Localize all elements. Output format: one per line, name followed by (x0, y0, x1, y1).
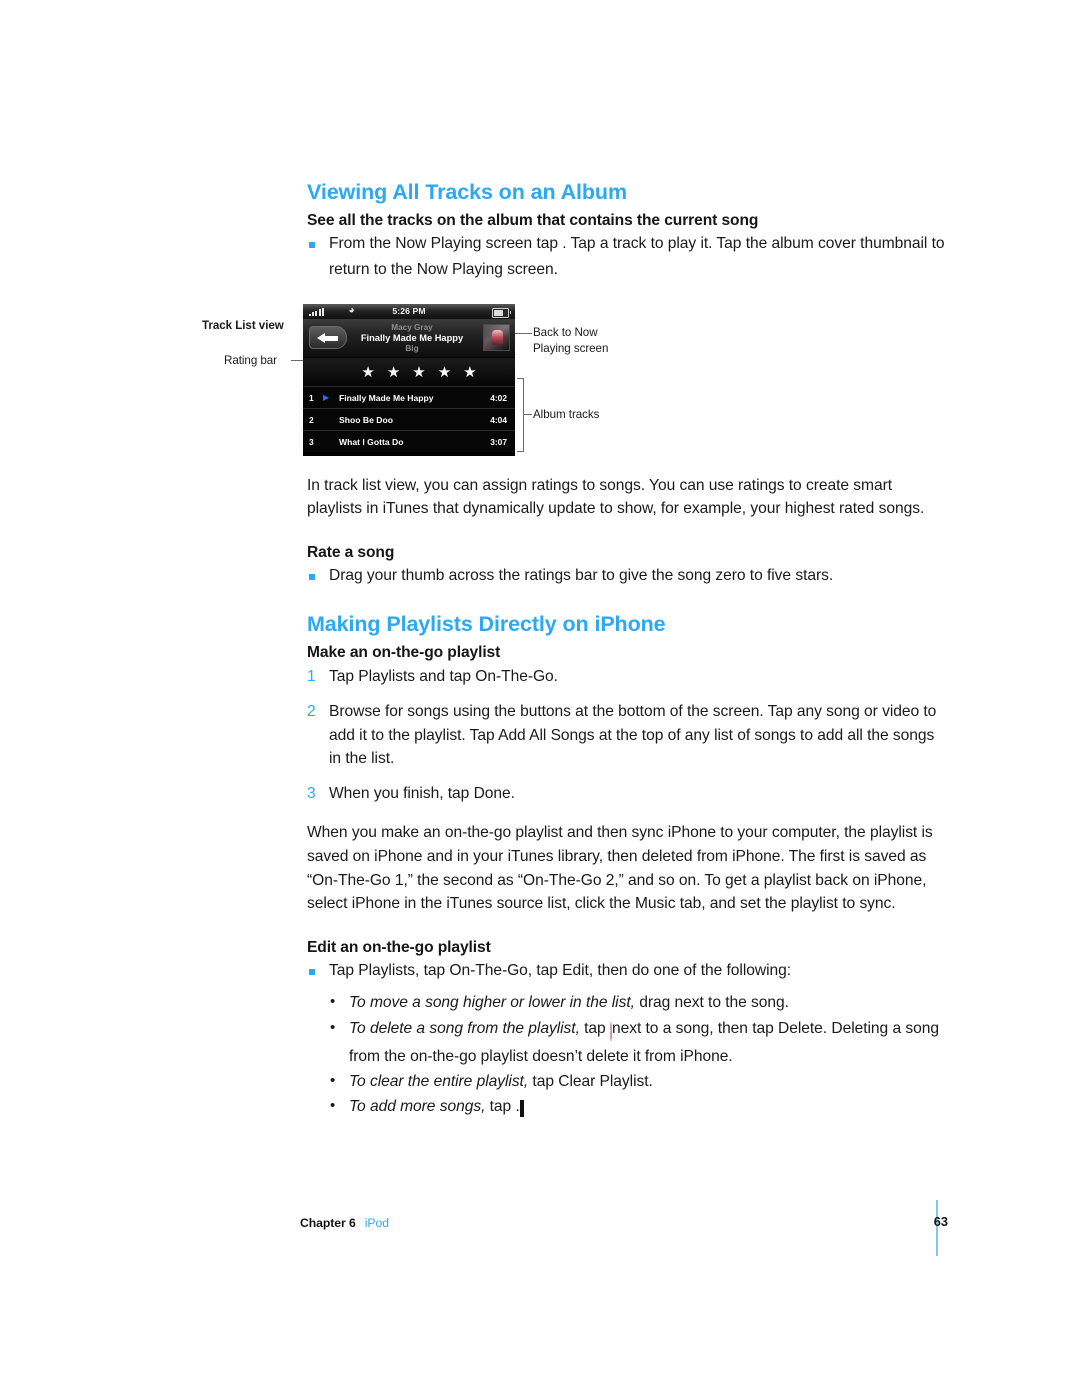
callout-album-tracks: Album tracks (533, 408, 600, 421)
track-title: What I Gotta Do (339, 436, 404, 447)
sub-bullet-italic: To delete a song from the playlist, (349, 1019, 580, 1037)
section-title-making-playlists: Making Playlists Directly on iPhone (307, 611, 666, 636)
track-duration: 4:04 (490, 414, 507, 425)
list-item: 3 When you finish, tap Done. (307, 782, 947, 806)
rating-star[interactable]: ★ (412, 365, 425, 380)
track-title: Finally Made Me Happy (339, 392, 434, 403)
status-bar-time: 5:26 PM (392, 306, 426, 316)
footer-chapter-link[interactable]: iPod (365, 1216, 389, 1230)
table-row[interactable]: 2 Shoo Be Doo 4:04 (303, 409, 515, 431)
album-track-list: 1 ▶ Finally Made Me Happy 4:02 2 Shoo Be… (303, 387, 515, 452)
battery-icon (492, 307, 511, 318)
now-playing-icon: ▶ (323, 392, 330, 402)
step-text: Browse for songs using the buttons at th… (329, 702, 937, 768)
sub-bullet-italic: To move a song higher or lower in the li… (349, 993, 635, 1011)
paragraph-sync-on-the-go: When you make an on-the-go playlist and … (307, 823, 933, 913)
subhead-see-all-tracks: See all the tracks on the album that con… (307, 212, 759, 229)
bullet-text-part1: From the Now Playing screen tap (329, 235, 563, 252)
now-playing-meta: Macy Gray Finally Made Me Happy Big (353, 323, 471, 354)
list-item: 2 Browse for songs using the buttons at t… (307, 700, 947, 771)
track-number: 1 (309, 392, 314, 403)
rating-star[interactable]: ★ (438, 365, 451, 380)
sub-bullet-before-icon: tap Clear Playlist. (528, 1072, 653, 1090)
list-item: To clear the entire playlist, tap Clear … (328, 1068, 947, 1094)
leader-line-back-to-now (515, 333, 532, 334)
sub-bullet-after-icon: . (515, 1097, 520, 1115)
callout-back-to-now-playing: Back to Now Playing screen (533, 325, 643, 356)
bullet-list-see-all-tracks: From the Now Playing screen tap . Tap a … (307, 232, 947, 282)
rating-star[interactable]: ★ (361, 365, 374, 380)
sub-bullet-italic: To clear the entire playlist, (349, 1072, 529, 1090)
rating-star[interactable]: ★ (387, 365, 400, 380)
table-row[interactable]: 1 ▶ Finally Made Me Happy 4:02 (303, 387, 515, 409)
list-item: Drag your thumb across the ratings bar t… (307, 564, 947, 588)
track-number: 3 (309, 436, 314, 447)
album-name: Big (405, 343, 419, 353)
numbered-list-make-playlist: 1 Tap Playlists and tap On-The-Go. 2 Brows… (307, 665, 947, 806)
page-footer: Chapter 6 iPod 63 (300, 1214, 948, 1232)
album-art-glow (484, 325, 509, 337)
subhead-make-on-the-go: Make an on-the-go playlist (307, 643, 501, 661)
callout-line2: Playing screen (533, 341, 609, 355)
rating-star[interactable]: ★ (463, 365, 476, 380)
album-art-thumbnail[interactable] (483, 324, 510, 351)
subhead-rate-a-song: Rate a song (307, 544, 395, 562)
list-item: Tap Playlists, tap On-The-Go, tap Edit, … (307, 959, 947, 983)
bullet-list-rate-a-song: Drag your thumb across the ratings bar t… (307, 564, 947, 588)
song-title: Finally Made Me Happy (360, 333, 464, 344)
callout-line1: Back to Now (533, 326, 598, 339)
list-item: 1 Tap Playlists and tap On-The-Go. (307, 665, 947, 689)
sub-bullet-before-icon: tap (579, 1019, 610, 1037)
document-page: Viewing All Tracks on an Album See all t… (0, 0, 1080, 1397)
rating-bar[interactable]: ★ ★ ★ ★ ★ (303, 358, 515, 387)
back-arrow-icon[interactable] (309, 326, 347, 349)
callout-rating-bar: Rating bar (224, 354, 277, 367)
delete-minus-icon (609, 1021, 612, 1041)
step-number: 1 (307, 667, 316, 685)
track-duration: 3:07 (490, 436, 507, 447)
back-arrow-shaft (324, 335, 338, 341)
paragraph-track-list-ratings: In track list view, you can assign ratin… (307, 476, 925, 518)
callout-track-list-view: Track List view (202, 319, 284, 332)
sub-bullet-before-icon: drag (634, 993, 675, 1011)
step-number: 3 (307, 785, 316, 803)
list-item: To delete a song from the playlist, tap … (328, 1015, 947, 1069)
sub-bullet-list-edit-actions: To move a song higher or lower in the li… (307, 989, 947, 1121)
list-item: From the Now Playing screen tap . Tap a … (307, 232, 947, 282)
step-text: When you finish, tap Done. (329, 785, 515, 803)
status-bar: ◕ 5:26 PM (303, 304, 515, 319)
sub-bullet-after-icon: next to the song. (674, 993, 790, 1011)
bracket-album-tracks (517, 378, 524, 452)
bullet-list-edit-on-the-go: Tap Playlists, tap On-The-Go, tap Edit, … (307, 959, 947, 983)
track-title: Shoo Be Doo (339, 414, 393, 425)
subhead-edit-on-the-go: Edit an on-the-go playlist (307, 939, 491, 957)
list-item: To add more songs, tap . (328, 1093, 947, 1121)
step-number: 2 (307, 702, 316, 720)
track-number: 2 (309, 414, 314, 425)
artist-name: Macy Gray (391, 323, 433, 332)
sub-bullet-before-icon: tap (485, 1097, 516, 1115)
step-text: Tap Playlists and tap On-The-Go. (329, 667, 558, 685)
track-duration: 4:02 (490, 392, 507, 403)
section-title-viewing-all-tracks: Viewing All Tracks on an Album (307, 180, 627, 204)
page-number: 63 (933, 1214, 948, 1229)
list-item: To move a song higher or lower in the li… (328, 989, 947, 1016)
iphone-screenshot: ◕ 5:26 PM Macy Gray Finally Made Me Happ… (303, 304, 515, 456)
nav-bar: Macy Gray Finally Made Me Happy Big (303, 319, 515, 358)
sub-bullet-italic: To add more songs, (349, 1097, 486, 1115)
leader-line-album-tracks (523, 414, 532, 415)
footer-chapter-label: Chapter 6 (300, 1216, 356, 1230)
table-row[interactable]: 3 What I Gotta Do 3:07 (303, 431, 515, 452)
